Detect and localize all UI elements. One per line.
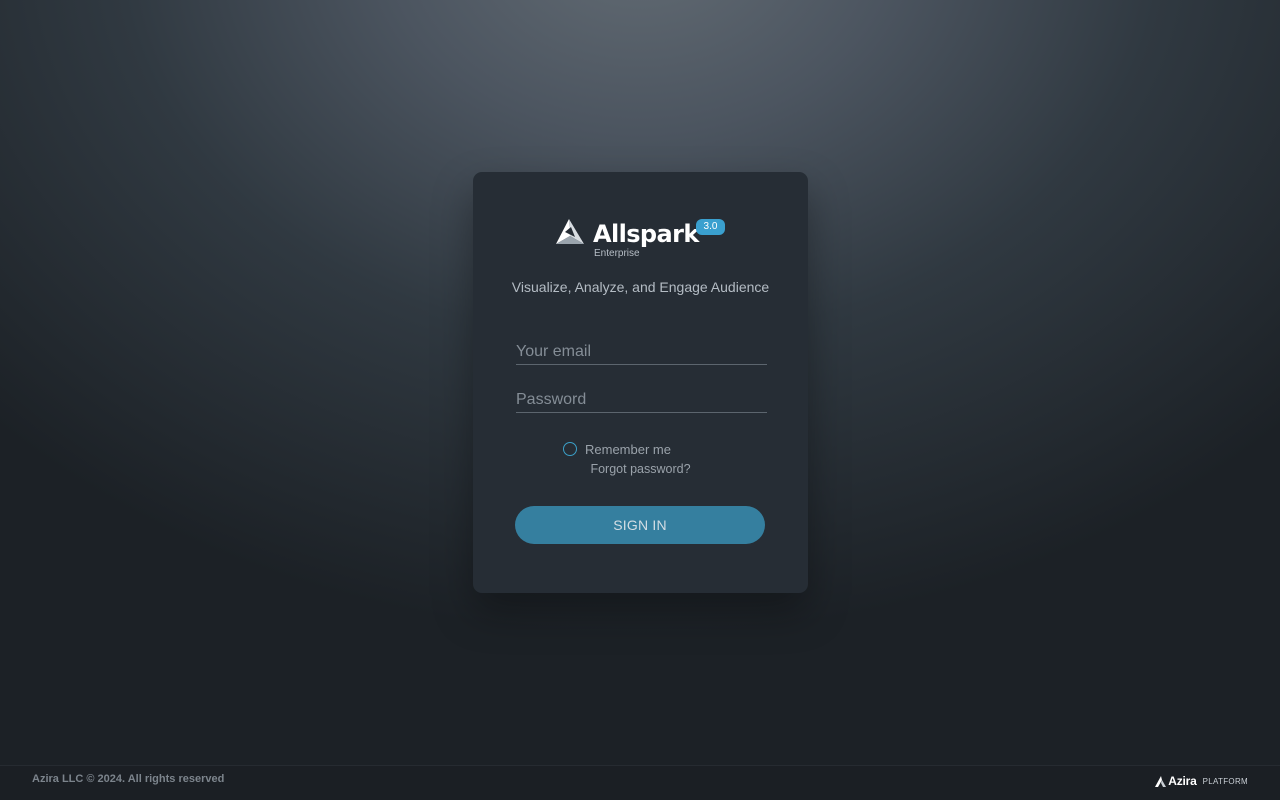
azira-logo-icon [1155,775,1167,787]
version-badge: 3.0 [696,219,725,235]
password-field[interactable] [516,388,767,413]
allspark-logo: Allspark Enterprise 3.0 [555,218,730,264]
copyright-text: Azira LLC © 2024. All rights reserved [32,773,225,785]
footer-brand-name: Azira [1168,774,1197,788]
azira-platform-logo: Azira PLATFORM [1155,774,1248,788]
footer: Azira LLC © 2024. All rights reserved Az… [0,765,1280,800]
tagline: Visualize, Analyze, and Engage Audience [511,279,770,295]
allspark-logo-icon [556,219,584,244]
radio-circle-icon[interactable] [563,442,577,456]
login-card: Allspark Enterprise 3.0 Visualize, Analy… [473,172,808,593]
remember-me-checkbox[interactable]: Remember me [563,440,671,458]
brand-edition: Enterprise [594,248,640,259]
sign-in-button[interactable]: SIGN IN [515,506,765,544]
brand-name: Allspark [593,220,699,248]
remember-me-label[interactable]: Remember me [585,442,671,457]
footer-brand-suffix: PLATFORM [1202,776,1248,786]
forgot-password-link[interactable]: Forgot password? [473,462,808,476]
email-field[interactable] [516,340,767,365]
